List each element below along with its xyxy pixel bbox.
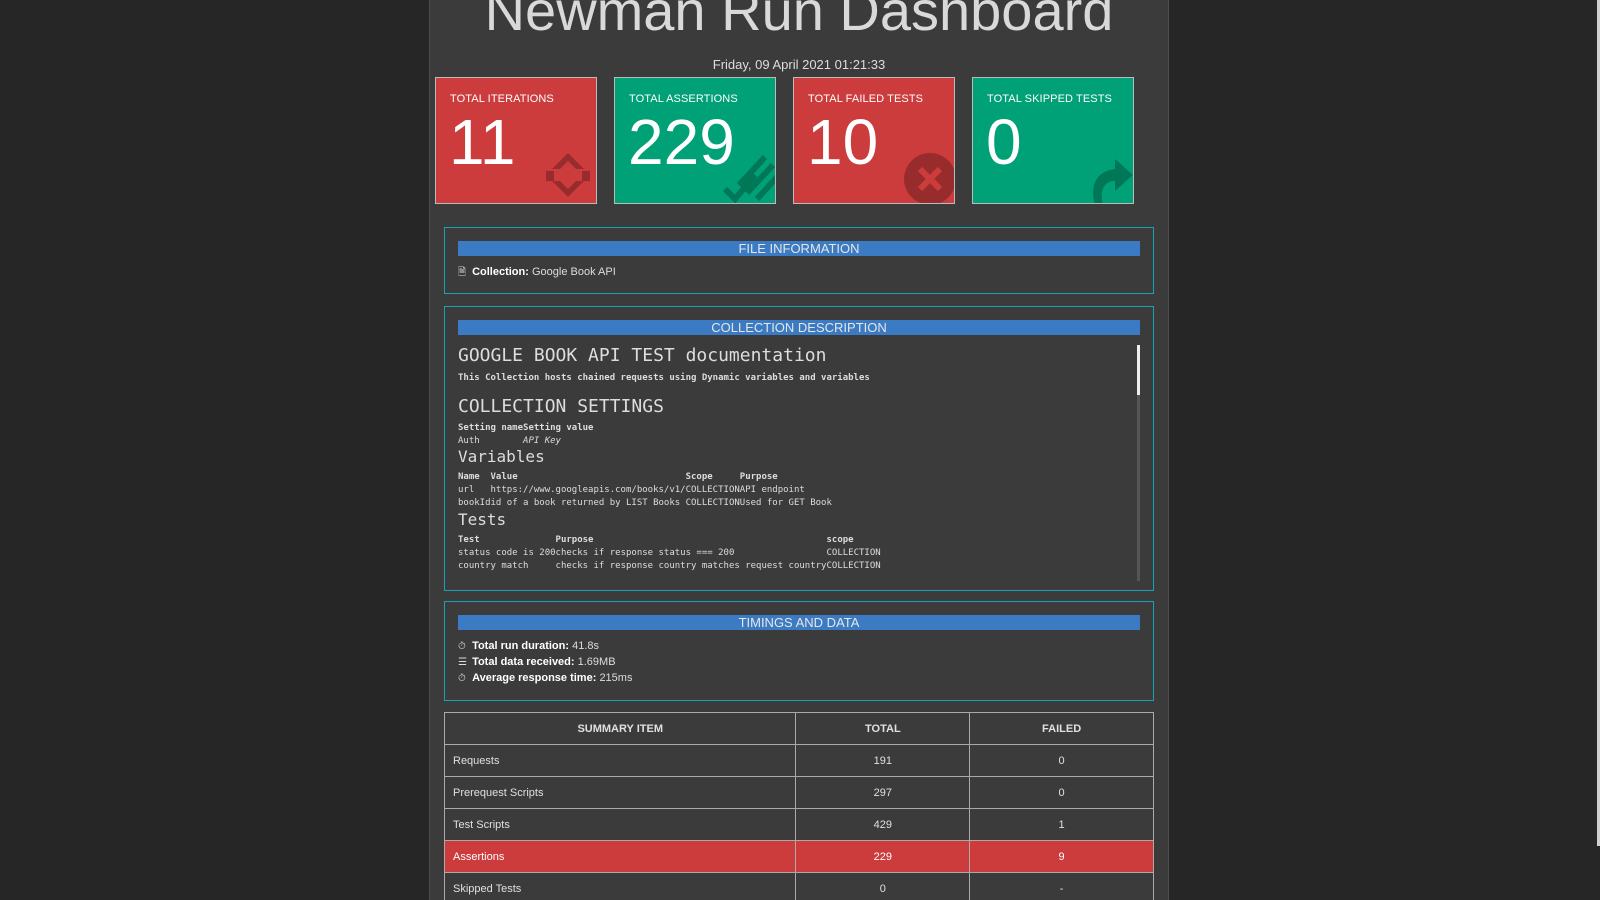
database-icon: ☰ bbox=[458, 657, 467, 668]
table-row: Prerequest Scripts 297 0 bbox=[443, 776, 1154, 809]
collection-info: 🗎 Collection: Google Book API bbox=[458, 265, 616, 282]
total-iterations-card: TOTAL ITERATIONS 11 bbox=[435, 77, 597, 204]
table-header: Setting name bbox=[458, 423, 524, 433]
card-label: TOTAL FAILED TESTS bbox=[808, 93, 924, 105]
table-row: Test Scripts 429 1 bbox=[443, 808, 1154, 841]
stopwatch-icon: ⏱ bbox=[458, 641, 466, 652]
summary-table: SUMMARY ITEM TOTAL FAILED Requests 191 0… bbox=[443, 712, 1154, 900]
table-header: SUMMARY ITEM bbox=[443, 712, 797, 745]
share-icon bbox=[1093, 159, 1133, 203]
table-row: Skipped Tests 0 - bbox=[443, 872, 1154, 900]
card-label: TOTAL SKIPPED TESTS bbox=[987, 93, 1112, 105]
page-title: Newman Run Dashboard bbox=[484, 0, 1114, 42]
stopwatch-icon: ⏱ bbox=[458, 673, 466, 684]
table-row: Assertions 229 9 bbox=[443, 840, 1154, 873]
doc-intro: This Collection hosts chained requests u… bbox=[458, 373, 870, 383]
collection-label: Collection: bbox=[472, 266, 529, 278]
table-header: FAILED bbox=[969, 712, 1154, 745]
total-failed-tests-card: TOTAL FAILED TESTS 10 bbox=[793, 77, 955, 204]
doc-title: GOOGLE BOOK API TEST documentation bbox=[458, 345, 827, 366]
total-skipped-tests-card: TOTAL SKIPPED TESTS 0 bbox=[972, 77, 1134, 204]
table-row: url https://www.googleapis.com/books/v1/… bbox=[458, 485, 805, 495]
section-heading: TIMINGS AND DATA bbox=[458, 615, 1140, 630]
times-circle-icon bbox=[904, 153, 954, 203]
collection-value: Google Book API bbox=[531, 266, 616, 278]
average-response-time: ⏱ Average response time: 215ms bbox=[458, 672, 633, 684]
collection-description-section: COLLECTION DESCRIPTION GOOGLE BOOK API T… bbox=[444, 306, 1154, 591]
run-duration: ⏱ Total run duration: 41.8s bbox=[458, 640, 599, 652]
card-label: TOTAL ASSERTIONS bbox=[629, 93, 738, 105]
table-row: country match checks if response country… bbox=[458, 561, 881, 571]
file-icon: 🗎 bbox=[458, 267, 467, 278]
timings-section: TIMINGS AND DATA ⏱ Total run duration: 4… bbox=[444, 601, 1154, 701]
file-information-section: FILE INFORMATION 🗎 Collection: Google Bo… bbox=[444, 227, 1154, 294]
run-date: Friday, 09 April 2021 01:21:33 bbox=[712, 57, 886, 72]
variables-title: Variables bbox=[458, 447, 545, 466]
description-scroll-area[interactable]: GOOGLE BOOK API TEST documentation This … bbox=[458, 345, 1140, 581]
section-heading: FILE INFORMATION bbox=[458, 241, 1140, 256]
scrollbar-thumb[interactable] bbox=[1137, 345, 1140, 395]
tests-title: Tests bbox=[458, 510, 507, 529]
sync-icon bbox=[546, 153, 590, 197]
card-value: 11 bbox=[449, 106, 516, 178]
card-value: 0 bbox=[986, 106, 1022, 178]
dashboard-page: Newman Run Dashboard Friday, 09 April 20… bbox=[429, 0, 1169, 900]
data-received: ☰ Total data received: 1.69MB bbox=[458, 656, 616, 668]
tests-table: Test Purpose scope status code is 200 ch… bbox=[458, 535, 881, 571]
table-row: Requests 191 0 bbox=[443, 744, 1154, 777]
table-header: TOTAL bbox=[795, 712, 971, 745]
total-assertions-card: TOTAL ASSERTIONS 229 bbox=[614, 77, 776, 204]
settings-title: COLLECTION SETTINGS bbox=[458, 396, 664, 417]
settings-table: Setting name Setting value Auth API Key bbox=[458, 422, 593, 448]
card-value: 10 bbox=[807, 106, 879, 178]
table-header: Setting value bbox=[523, 423, 594, 433]
table-row: status code is 200 checks if response st… bbox=[458, 548, 881, 558]
table-row: bookId id of a book returned by LIST Boo… bbox=[458, 498, 832, 508]
card-label: TOTAL ITERATIONS bbox=[450, 93, 554, 105]
description-scrollbar[interactable] bbox=[1137, 345, 1140, 581]
section-heading: COLLECTION DESCRIPTION bbox=[458, 320, 1140, 335]
variables-table: Name Value Scope Purpose url https://www… bbox=[458, 472, 832, 508]
tasks-icon bbox=[722, 154, 775, 203]
